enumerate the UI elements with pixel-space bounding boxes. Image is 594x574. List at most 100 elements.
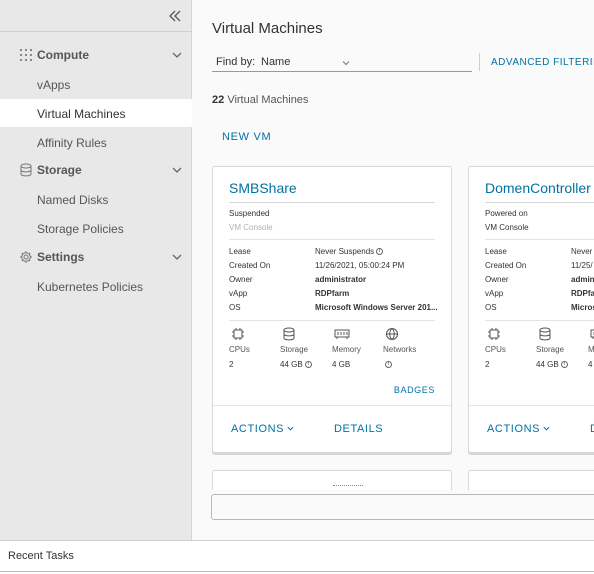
sidebar-item-storage-policies[interactable]: Storage Policies [0, 214, 192, 242]
sidebar-item-label: vApps [37, 78, 71, 92]
find-by-value: Name [261, 56, 291, 68]
database-icon [539, 327, 551, 341]
vm-name-link[interactable]: SMBShare [229, 180, 297, 196]
main-content: Virtual Machines Find by: Name ADVANCED … [192, 0, 594, 540]
prop-key: vApp [229, 289, 248, 298]
section-storage[interactable]: Storage [0, 157, 192, 183]
resource-value: 4 GB [332, 360, 351, 369]
resource-label: Networks [383, 345, 417, 354]
details-button[interactable]: DETAILS [334, 423, 383, 435]
vm-count: 22 Virtual Machines [212, 94, 308, 106]
pagination-bar[interactable] [211, 494, 594, 520]
section-compute[interactable]: Compute [0, 42, 192, 68]
toolbar-separator [479, 53, 480, 71]
prop-key: Created On [485, 261, 527, 270]
sidebar-divider [0, 31, 192, 32]
gear-icon [20, 251, 32, 263]
resource-value: i [383, 360, 392, 369]
database-icon [20, 163, 32, 177]
actions-dropdown-button[interactable]: ACTIONS [231, 423, 294, 435]
new-vm-button[interactable]: NEW VM [222, 131, 271, 143]
prop-value: 11/26/2021, 05:00:24 PM [315, 261, 405, 270]
find-by-select[interactable]: Find by: Name [212, 53, 472, 72]
actions-dropdown-button[interactable]: ACTIONS [487, 423, 550, 435]
prop-value: admin [571, 275, 594, 284]
advanced-filtering-link[interactable]: ADVANCED FILTERING [491, 57, 594, 68]
resource-value: 44 GB i [280, 360, 312, 369]
cpu-icon [488, 328, 500, 340]
memory-icon [334, 329, 350, 339]
card-divider [229, 239, 435, 240]
database-icon [283, 327, 295, 341]
sidebar-item-label: Storage Policies [37, 222, 124, 236]
section-settings[interactable]: Settings [0, 244, 192, 270]
sidebar: Compute vApps Virtual Machines Affinity … [0, 0, 192, 540]
resource-label: CPUs [229, 345, 250, 354]
lease-value: Never Suspends [315, 247, 375, 256]
chevron-down-icon [172, 167, 182, 173]
info-icon[interactable]: i [560, 361, 568, 369]
collapse-sidebar-icon[interactable] [167, 8, 183, 24]
sidebar-item-affinity-rules[interactable]: Affinity Rules [0, 128, 192, 156]
chevron-down-icon [342, 61, 350, 66]
vm-status: Suspended [229, 209, 270, 218]
prop-key: vApp [485, 289, 504, 298]
vm-card-partial [468, 470, 594, 490]
vm-count-label: Virtual Machines [227, 94, 309, 106]
actions-label: ACTIONS [487, 423, 541, 435]
prop-value: administrator [315, 275, 367, 284]
vm-count-number: 22 [212, 94, 225, 106]
memory-icon [590, 329, 594, 339]
badges-link[interactable]: BADGES [394, 385, 435, 395]
card-divider [469, 405, 594, 406]
sidebar-item-named-disks[interactable]: Named Disks [0, 185, 192, 213]
sidebar-item-label: Virtual Machines [37, 107, 126, 121]
bottom-divider [0, 571, 594, 572]
details-button[interactable]: D [590, 423, 594, 435]
sidebar-item-label: Affinity Rules [37, 136, 107, 150]
prop-key: Lease [229, 247, 251, 256]
sidebar-item-label: Named Disks [37, 193, 109, 207]
chevron-down-icon [172, 254, 182, 260]
chevron-down-icon [543, 426, 550, 431]
chevron-down-icon [287, 426, 294, 431]
vm-console-link[interactable]: VM Console [485, 223, 529, 232]
card-divider [485, 202, 594, 203]
prop-key: Lease [485, 247, 507, 256]
info-icon[interactable]: i [376, 248, 384, 256]
info-icon[interactable]: i [304, 361, 312, 369]
prop-value: Never [571, 247, 593, 256]
resource-label: CPUs [485, 345, 506, 354]
vm-status: Powered on [485, 209, 528, 218]
card-divider [485, 239, 594, 240]
globe-icon [386, 328, 398, 340]
prop-value: RDPfarm [315, 289, 350, 298]
resource-label: M [588, 345, 594, 354]
chevron-down-icon [172, 52, 182, 58]
prop-value: 11/25/ [571, 261, 593, 270]
page-title: Virtual Machines [212, 20, 323, 37]
prop-value: Microsoft Windows Server 201... [315, 303, 438, 312]
vm-card: SMBShare Suspended VM Console Lease Never… [212, 166, 452, 453]
resource-label: Storage [280, 345, 309, 354]
vm-card: DomenController Powered on VM Console Le… [468, 166, 594, 453]
actions-label: ACTIONS [231, 423, 285, 435]
prop-key: Owner [485, 275, 509, 284]
card-divider [213, 405, 451, 406]
info-icon[interactable]: i [385, 361, 392, 369]
prop-value: Never Suspends i [315, 247, 384, 256]
recent-tasks-bar[interactable]: Recent Tasks [0, 540, 594, 574]
recent-tasks-label: Recent Tasks [8, 550, 74, 562]
resource-label: Memory [332, 345, 361, 354]
prop-key: OS [229, 303, 241, 312]
prop-key: Created On [229, 261, 271, 270]
resource-value: 4 [588, 360, 593, 369]
vm-name-link[interactable]: DomenController [485, 180, 591, 196]
vm-console-link: VM Console [229, 223, 273, 232]
section-label: Compute [37, 48, 89, 62]
sidebar-item-vapps[interactable]: vApps [0, 70, 192, 98]
sidebar-item-virtual-machines[interactable]: Virtual Machines [0, 99, 192, 127]
sidebar-item-kubernetes-policies[interactable]: Kubernetes Policies [0, 272, 192, 300]
section-label: Settings [37, 250, 85, 264]
storage-value: 44 GB [280, 360, 303, 369]
